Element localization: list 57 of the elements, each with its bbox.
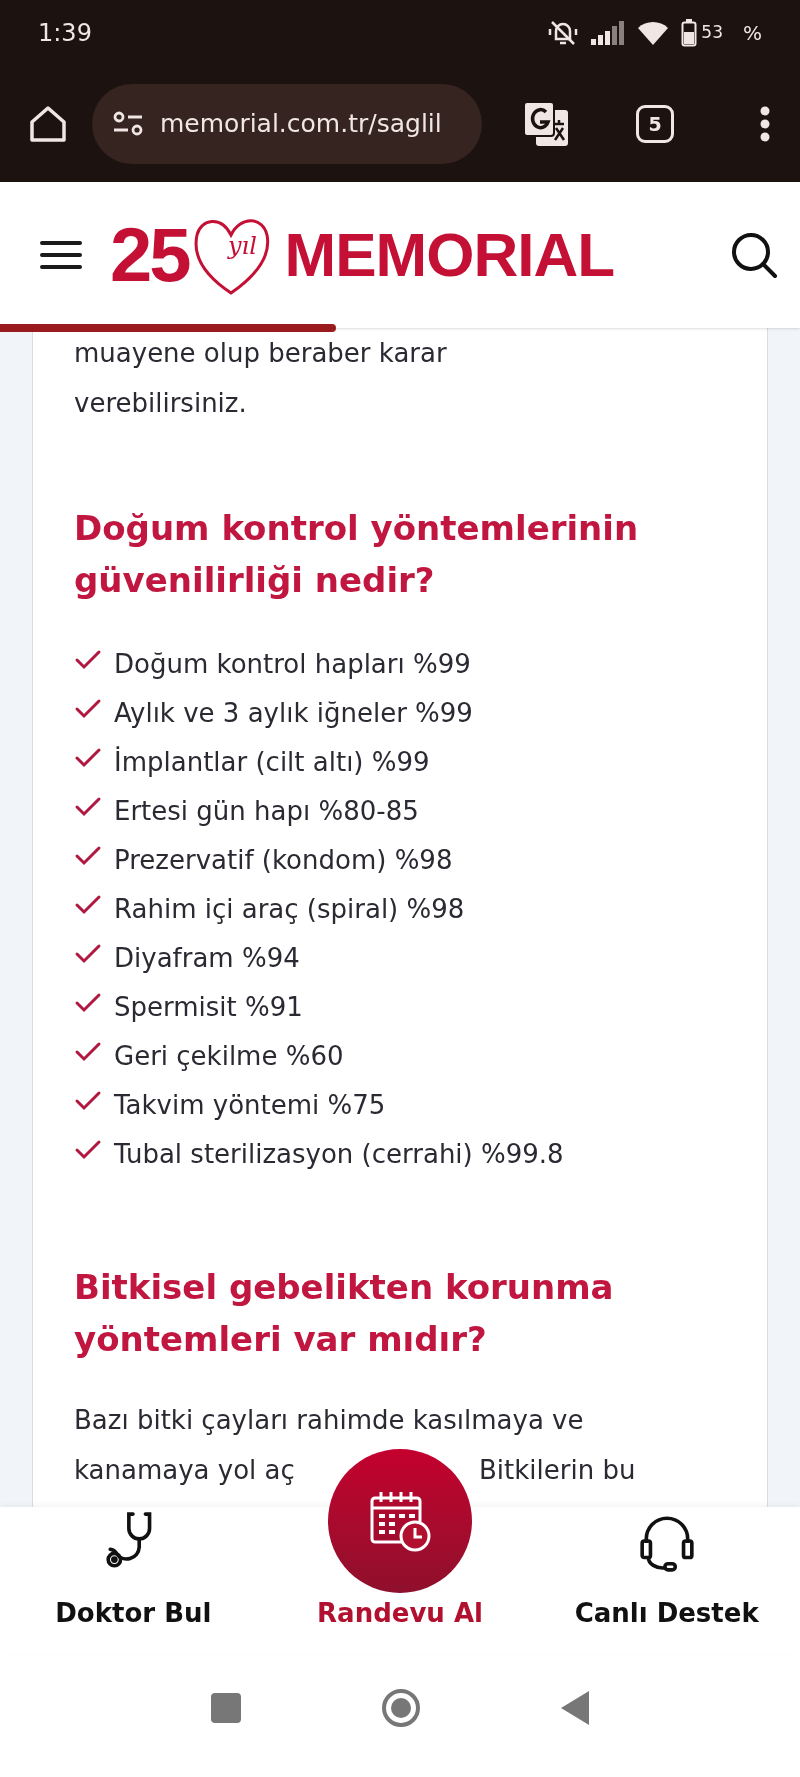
list-item-text: Diyafram %94 bbox=[114, 942, 300, 975]
battery-icon bbox=[681, 19, 698, 47]
section-heading: güvenilirliği nedir? bbox=[74, 559, 436, 602]
site-logo[interactable]: 25 yıl MEMORIAL bbox=[110, 210, 615, 300]
logo-number: 25 bbox=[110, 217, 189, 293]
wifi-icon bbox=[637, 20, 670, 46]
list-item-text: Tubal sterilizasyon (cerrahi) %99.8 bbox=[114, 1138, 564, 1171]
section-heading: Doğum kontrol yöntemlerinin bbox=[74, 507, 640, 550]
menu-icon[interactable] bbox=[40, 239, 82, 271]
paragraph-line: kanamaya yol aç bbox=[74, 1455, 295, 1485]
logo-wordmark: MEMORIAL bbox=[284, 224, 615, 286]
url-text: memorial.com.tr/saglil bbox=[160, 108, 442, 141]
paragraph-line: muayene olup beraber karar bbox=[74, 337, 448, 370]
paragraph-line: verebilirsiniz. bbox=[74, 387, 248, 420]
list-item-text: Geri çekilme %60 bbox=[114, 1040, 344, 1073]
list-item-text: İmplantlar (cilt altı) %99 bbox=[114, 745, 430, 779]
logo-script-text: yıl bbox=[228, 231, 257, 262]
muted-bell-icon bbox=[547, 19, 580, 47]
search-icon[interactable] bbox=[730, 231, 778, 279]
check-icon bbox=[74, 1089, 102, 1112]
back-nav-icon[interactable] bbox=[561, 1691, 589, 1725]
battery-percent: 53 bbox=[701, 21, 723, 45]
check-icon bbox=[74, 746, 102, 769]
list-item-text: Takvim yöntemi %75 bbox=[114, 1089, 386, 1122]
percent-sign: % bbox=[743, 20, 762, 47]
nav-tab[interactable]: Randevu Al bbox=[317, 1594, 483, 1633]
list-item-text: Rahim içi araç (spiral) %98 bbox=[114, 893, 465, 926]
clock-time: 1:39 bbox=[38, 18, 92, 49]
list-item-text: Aylık ve 3 aylık iğneler %99 bbox=[114, 697, 473, 730]
check-icon bbox=[74, 1138, 102, 1161]
list-item-text: Prezervatif (kondom) %98 bbox=[114, 844, 453, 877]
check-icon bbox=[74, 893, 102, 916]
section-heading: Bitkisel gebelikten korunma bbox=[74, 1266, 615, 1309]
check-icon bbox=[74, 844, 102, 867]
signal-icon bbox=[591, 21, 626, 45]
check-icon bbox=[74, 942, 102, 965]
check-icon bbox=[74, 795, 102, 818]
address-bar[interactable]: memorial.com.tr/saglil bbox=[92, 84, 482, 164]
paragraph-line: Bazı bitki çayları rahimde kasılmaya ve bbox=[74, 1404, 585, 1437]
check-icon bbox=[74, 1040, 102, 1063]
nav-tab[interactable]: Doktor Bul bbox=[55, 1512, 212, 1633]
nav-tab[interactable]: Canlı Destek bbox=[574, 1512, 759, 1633]
home-icon[interactable] bbox=[28, 104, 68, 144]
list-item-text: Spermisit %91 bbox=[114, 991, 303, 1024]
tab-switcher-button[interactable]: 5 bbox=[636, 105, 674, 143]
check-icon bbox=[74, 697, 102, 720]
site-settings-icon bbox=[112, 111, 144, 137]
paragraph-line: Bitkilerin bu bbox=[479, 1454, 636, 1487]
translate-icon[interactable] bbox=[522, 100, 570, 148]
check-icon bbox=[74, 991, 102, 1014]
section-heading: yöntemleri var mıdır? bbox=[74, 1318, 488, 1361]
more-options-icon[interactable] bbox=[760, 106, 770, 142]
list-item-text: Ertesi gün hapı %80-85 bbox=[114, 795, 419, 828]
list-item-text: Doğum kontrol hapları %99 bbox=[114, 648, 471, 681]
calendar-clock-icon bbox=[369, 1490, 431, 1552]
check-icon bbox=[74, 648, 102, 671]
circle-nav-icon[interactable] bbox=[381, 1688, 421, 1728]
